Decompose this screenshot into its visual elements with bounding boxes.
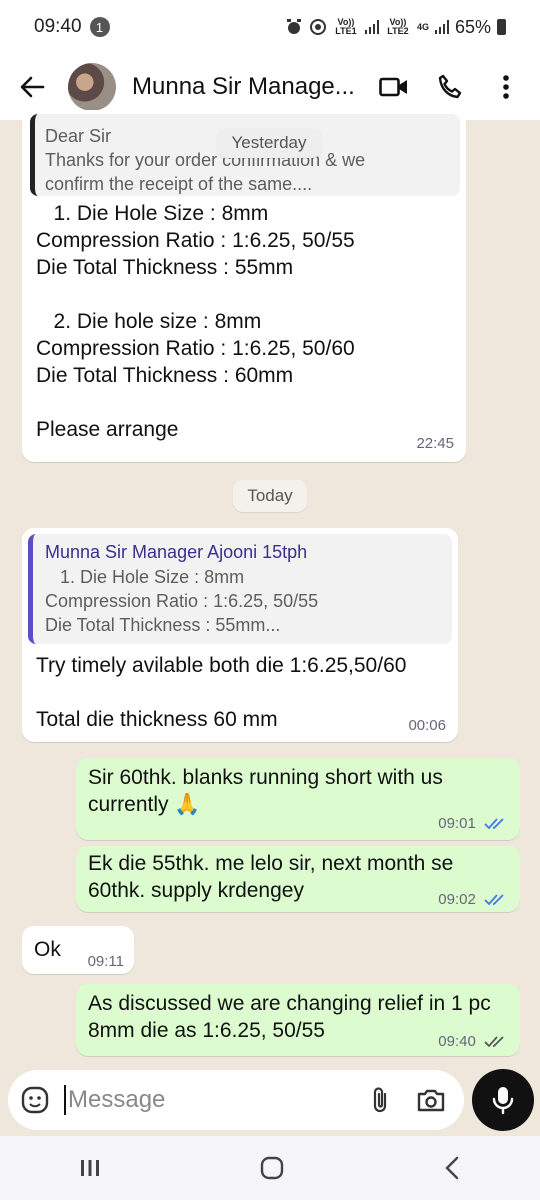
message-outgoing-1[interactable]: Sir 60thk. blanks running short with us … <box>76 758 520 840</box>
message-time: 09:01 <box>438 815 506 832</box>
network-label: 4G <box>416 21 429 32</box>
avatar[interactable] <box>68 63 116 111</box>
back-arrow-icon[interactable] <box>14 69 50 105</box>
message-incoming-2[interactable]: Munna Sir Manager Ajooni 15tph 1. Die Ho… <box>22 528 458 742</box>
alarm-icon <box>286 19 301 34</box>
signal-icon-2 <box>434 20 449 34</box>
message-outgoing-2[interactable]: Ek die 55thk. me lelo sir, next month se… <box>76 846 520 912</box>
message-outgoing-3[interactable]: As discussed we are changing relief in 1… <box>76 984 520 1056</box>
contact-name[interactable]: Munna Sir Manage... <box>132 73 354 101</box>
hotspot-icon <box>309 19 326 35</box>
chat-area[interactable]: Dear Sir Thanks for your order confirmat… <box>0 110 540 1070</box>
date-separator-yesterday: Yesterday <box>216 128 322 158</box>
message-incoming-1[interactable]: Dear Sir Thanks for your order confirmat… <box>22 110 466 462</box>
read-ticks-icon <box>484 894 504 906</box>
message-time-label: 09:02 <box>438 891 476 908</box>
notification-badge: 1 <box>89 17 110 37</box>
sim1-label: Vo)) LTE1 <box>335 17 357 36</box>
message-time: 09:11 <box>87 953 124 970</box>
home-icon[interactable] <box>259 1155 285 1181</box>
date-separator-today: Today <box>233 480 307 512</box>
battery-icon <box>497 19 506 35</box>
quote-text: 1. Die Hole Size : 8mm Compression Ratio… <box>45 567 319 635</box>
status-left: 09:40 1 <box>34 16 110 38</box>
composer-actions <box>370 1085 446 1115</box>
message-time: 09:02 <box>438 891 506 908</box>
attach-icon[interactable] <box>370 1085 390 1115</box>
camera-icon[interactable] <box>416 1087 446 1113</box>
header-actions <box>378 71 526 103</box>
video-call-icon[interactable] <box>378 71 410 103</box>
more-vert-icon[interactable] <box>490 71 522 103</box>
message-text: 1. Die Hole Size : 8mm Compression Ratio… <box>36 202 355 441</box>
quoted-message[interactable]: Munna Sir Manager Ajooni 15tph 1. Die Ho… <box>28 534 452 644</box>
back-icon[interactable] <box>443 1156 461 1180</box>
recents-icon[interactable] <box>79 1158 101 1178</box>
quote-sender-name: Munna Sir Manager Ajooni 15tph <box>45 542 308 562</box>
sim2-label: Vo)) LTE2 <box>387 17 409 36</box>
phone-icon[interactable] <box>434 71 466 103</box>
message-time: 22:45 <box>416 435 454 452</box>
status-right: Vo)) LTE1 Vo)) LTE2 4G 65% <box>285 17 506 38</box>
delivered-ticks-icon <box>484 1036 504 1048</box>
message-time-label: 09:01 <box>438 815 476 832</box>
message-time-label: 09:40 <box>438 1033 476 1050</box>
read-ticks-icon <box>484 818 504 830</box>
battery-percent: 65% <box>454 16 491 37</box>
status-time: 09:40 <box>34 16 82 37</box>
message-text: Sir 60thk. blanks running short with us … <box>88 766 449 816</box>
mic-button[interactable] <box>472 1069 534 1131</box>
message-composer: Message <box>8 1070 464 1130</box>
message-input[interactable]: Message <box>64 1085 370 1115</box>
message-time: 00:06 <box>408 717 446 734</box>
sticker-icon[interactable] <box>20 1085 50 1115</box>
message-text: Ok <box>34 938 61 961</box>
message-time: 09:40 <box>438 1033 506 1050</box>
status-bar: 09:40 1 Vo)) LTE1 Vo)) LTE2 4G 65% <box>0 0 540 54</box>
signal-icon-1 <box>364 20 379 34</box>
message-text: Try timely avilable both die 1:6.25,50/6… <box>36 654 407 731</box>
mic-icon <box>492 1087 514 1115</box>
system-nav-bar <box>0 1136 540 1200</box>
message-incoming-3[interactable]: Ok 09:11 <box>22 926 134 974</box>
